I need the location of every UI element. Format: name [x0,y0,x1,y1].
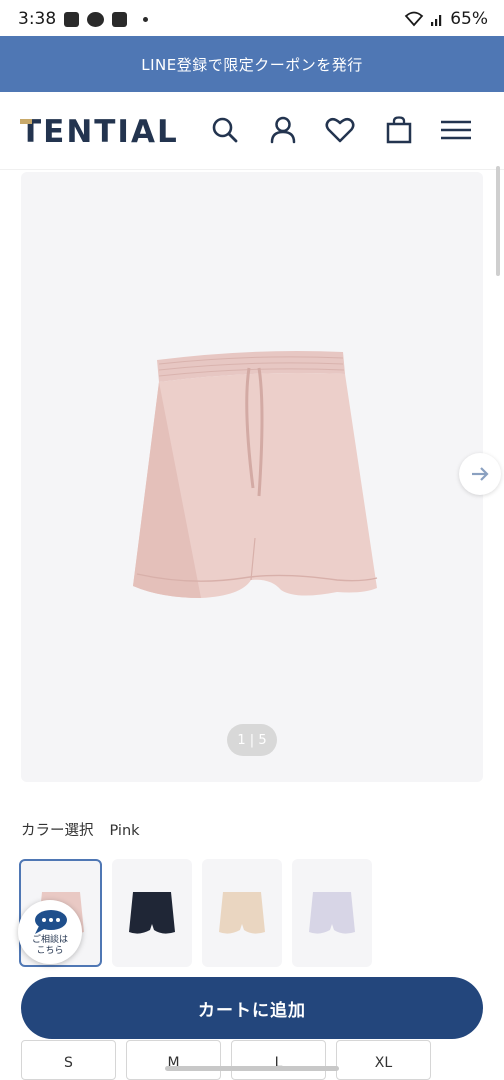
status-right: 65% [404,9,488,29]
next-image-button[interactable] [459,453,501,495]
arrow-right-icon [472,467,489,481]
app-icon [87,12,104,27]
app-icon [112,12,127,27]
size-option[interactable]: XL [336,1040,431,1080]
site-header: TENTIAL [0,92,504,276]
add-to-cart-label: カートに追加 [198,1000,306,1021]
size-option[interactable]: L [231,1040,326,1080]
swatch-image [129,892,175,934]
signal-icon [431,15,442,26]
product-image-gallery[interactable]: 1 | 5 [21,172,483,782]
chat-icon [35,910,67,934]
menu-icon[interactable] [440,114,472,146]
image-icon [64,12,79,27]
color-swatch-beige[interactable] [202,859,282,967]
scrollbar[interactable] [496,166,500,276]
chat-label: ご相談は こちら [18,935,82,957]
chat-label-line2: こちら [36,946,64,956]
size-option[interactable]: S [21,1040,116,1080]
notification-icons [64,12,148,27]
chat-support-button[interactable]: ご相談は こちら [18,900,82,964]
swatch-image [219,892,265,934]
home-indicator[interactable] [165,1066,339,1071]
color-swatch-navy[interactable] [112,859,192,967]
color-select-label: カラー選択 Pink [21,819,140,840]
color-select-title: カラー選択 [21,823,94,839]
status-time: 3:38 [18,9,57,29]
site-logo[interactable]: TENTIAL [20,114,179,150]
status-bar: 3:38 65% [0,0,504,36]
add-to-cart-button[interactable]: カートに追加 [21,977,483,1039]
page-indicator: 1 | 5 [227,724,277,756]
size-option[interactable]: M [126,1040,221,1080]
chat-label-line1: ご相談は [31,935,68,945]
line-coupon-banner[interactable]: LINE登録で限定クーポンを発行 [0,36,504,92]
line-coupon-text: LINE登録で限定クーポンを発行 [141,55,363,74]
heart-icon[interactable] [324,114,356,146]
logo-accent [20,119,32,124]
swatch-image [309,892,355,934]
bag-icon[interactable] [383,114,415,146]
size-options: S M L XL [21,1040,431,1080]
dot-icon [143,17,148,22]
account-icon[interactable] [267,114,299,146]
selected-color: Pink [109,823,140,839]
search-icon[interactable] [209,114,241,146]
battery-level: 65% [450,9,488,29]
color-swatch-lavender[interactable] [292,859,372,967]
wifi-icon [404,11,424,27]
product-image [133,351,378,598]
